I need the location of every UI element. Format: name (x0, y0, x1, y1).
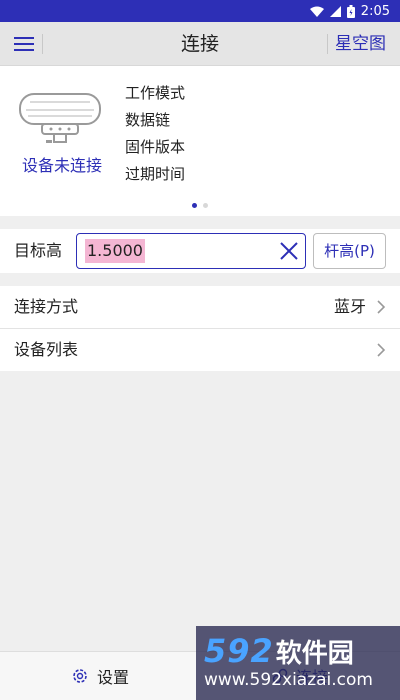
nav-settings[interactable]: 设置 (0, 652, 200, 700)
skyview-divider (327, 34, 328, 54)
menu-divider (42, 34, 43, 54)
skyview-button[interactable]: 星空图 (333, 28, 388, 60)
target-height-value[interactable]: 1.5000 (85, 239, 145, 263)
info-work-mode: 工作模式 (125, 84, 186, 102)
pager-dot-active (192, 203, 197, 208)
info-data-link: 数据链 (125, 111, 171, 129)
connection-method-value: 蓝牙 (333, 297, 366, 316)
device-list-label: 设备列表 (14, 340, 79, 359)
app-bar: 连接 星空图 (0, 22, 400, 66)
gear-icon (73, 669, 87, 683)
device-connection-status: 设备未连接 (21, 156, 102, 175)
target-height-row: 目标高 1.5000 杆高(P) (0, 229, 400, 273)
watermark-url: www.592xiazai.com (204, 670, 373, 690)
status-time: 2:05 (360, 3, 390, 19)
connection-method-label: 连接方式 (14, 297, 79, 316)
signal-icon (329, 5, 341, 17)
watermark-number: 592 (204, 632, 274, 670)
watermark: 592 软件园 www.592xiazai.com (196, 626, 400, 700)
menu-button[interactable] (8, 28, 40, 60)
status-bar: 2:05 (0, 0, 400, 22)
chevron-right-icon (377, 300, 386, 314)
chevron-right-icon (377, 343, 386, 357)
wifi-icon (309, 6, 324, 17)
target-height-input[interactable]: 1.5000 (76, 233, 306, 269)
pager-dot (203, 203, 208, 208)
pager-indicator (0, 203, 400, 208)
info-expiry-time: 过期时间 (125, 165, 186, 183)
hamburger-menu-icon (14, 37, 34, 51)
connection-method-row[interactable]: 连接方式 蓝牙 (0, 286, 400, 328)
target-height-label: 目标高 (14, 241, 63, 260)
clear-icon[interactable] (279, 241, 299, 261)
pole-height-button[interactable]: 杆高(P) (313, 233, 386, 269)
watermark-text: 软件园 (275, 639, 354, 669)
device-info-list: 工作模式 数据链 固件版本 过期时间 (125, 80, 185, 188)
device-card[interactable]: 设备未连接 工作模式 数据链 固件版本 过期时间 (0, 66, 400, 216)
device-list-row[interactable]: 设备列表 (0, 328, 400, 371)
watermark-brand: 592 软件园 (204, 632, 400, 670)
battery-icon (346, 4, 355, 18)
gnss-receiver-icon (19, 93, 101, 143)
info-firmware-version: 固件版本 (125, 138, 186, 156)
settings-list: 连接方式 蓝牙 设备列表 (0, 286, 400, 371)
nav-settings-label: 设置 (96, 668, 129, 687)
